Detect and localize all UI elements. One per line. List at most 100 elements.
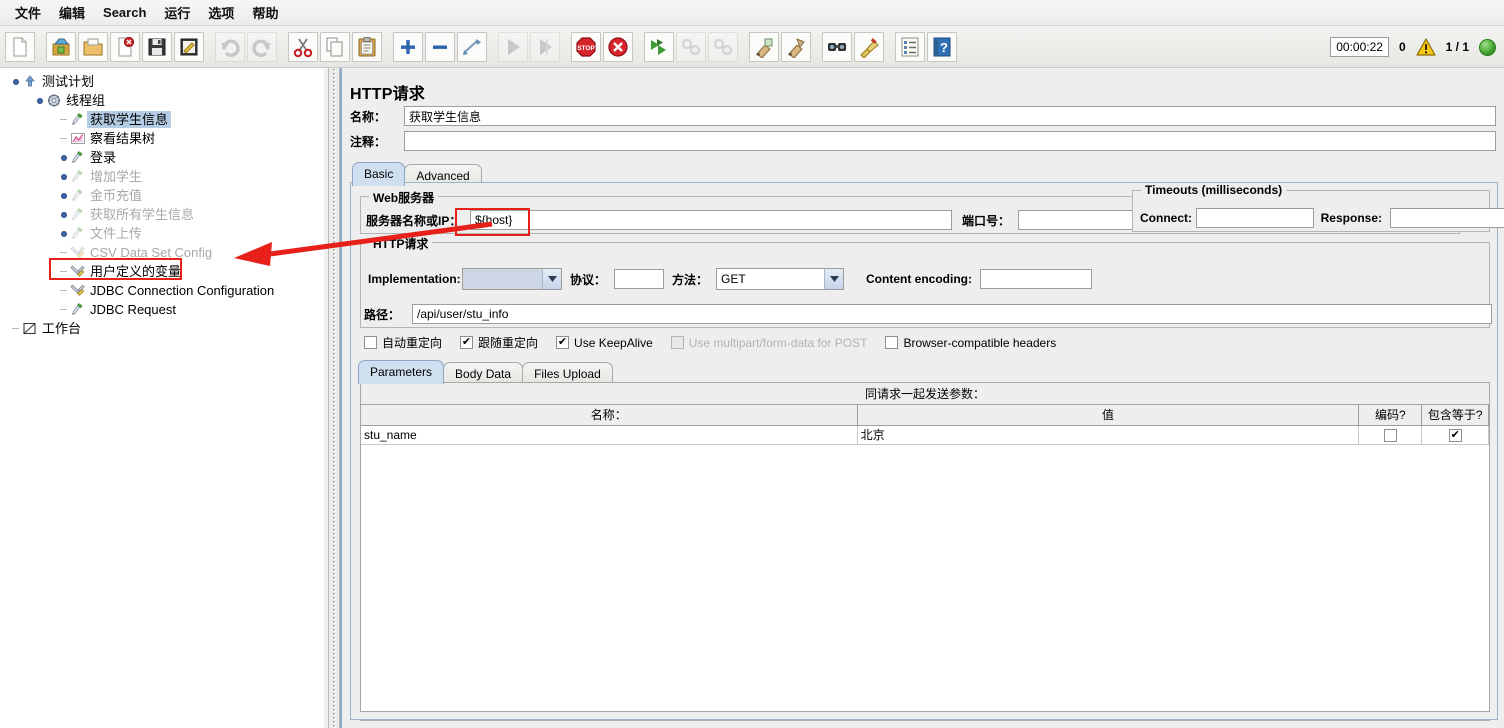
column-header-3[interactable]: 包含等于? (1422, 405, 1489, 425)
tree-node-label: JDBC Request (87, 301, 179, 318)
request-options-row: 自动重定向✔跟随重定向✔Use KeepAliveUse multipart/f… (364, 334, 1056, 351)
reset-search-icon[interactable] (854, 32, 884, 62)
save-icon[interactable] (142, 32, 172, 62)
option-label: 自动重定向 (382, 334, 442, 351)
expand-handle-icon[interactable] (58, 228, 69, 239)
tree-node-4[interactable]: 登录 (0, 148, 324, 167)
menu-item-0[interactable]: 文件 (6, 0, 50, 25)
clear-icon[interactable] (749, 32, 779, 62)
name-input[interactable]: 获取学生信息 (404, 106, 1496, 126)
undo-icon (215, 32, 245, 62)
copy-icon[interactable] (320, 32, 350, 62)
menu-item-2[interactable]: Search (94, 2, 155, 23)
function-helper-icon[interactable] (895, 32, 925, 62)
tree-node-13[interactable]: 工作台 (0, 319, 324, 338)
column-header-1[interactable]: 值 (857, 405, 1359, 425)
panel-splitter[interactable] (328, 68, 340, 728)
stop-icon[interactable]: STOP (571, 32, 601, 62)
protocol-input[interactable] (614, 269, 664, 289)
tree-node-8[interactable]: 文件上传 (0, 224, 324, 243)
port-input[interactable] (1018, 210, 1136, 230)
option-4[interactable]: Browser-compatible headers (885, 336, 1056, 350)
expand-handle-icon[interactable] (58, 171, 69, 182)
column-header-2[interactable]: 编码? (1359, 405, 1422, 425)
table-filler-cell (857, 444, 1359, 674)
parameters-button-bar: Detail添加Add from Clipboard删除UpDown (360, 720, 1490, 728)
search-icon[interactable] (822, 32, 852, 62)
content-encoding-input[interactable] (980, 269, 1092, 289)
clear-all-icon[interactable] (781, 32, 811, 62)
expand-all-icon[interactable] (393, 32, 423, 62)
checkbox[interactable]: ✔ (1449, 429, 1462, 442)
parameters-panel: 同请求一起发送参数： 名称：值编码?包含等于? stu_name北京✔ (360, 382, 1490, 712)
option-1[interactable]: ✔跟随重定向 (460, 334, 538, 351)
name-row: 名称： 获取学生信息 (350, 106, 1498, 126)
save-as-icon[interactable] (174, 32, 204, 62)
tree-node-3[interactable]: 察看结果树 (0, 129, 324, 148)
checkbox[interactable] (885, 336, 898, 349)
paste-icon[interactable] (352, 32, 382, 62)
tab-basic[interactable]: Basic (352, 162, 405, 186)
tree-node-6[interactable]: 金币充值 (0, 186, 324, 205)
tree-node-9[interactable]: CSV Data Set Config (0, 243, 324, 262)
expand-handle-icon[interactable] (58, 209, 69, 220)
warning-icon[interactable] (1416, 38, 1436, 56)
option-0[interactable]: 自动重定向 (364, 334, 442, 351)
tree-node-12[interactable]: JDBC Request (0, 300, 324, 319)
param-include-equals-cell[interactable]: ✔ (1422, 425, 1489, 444)
collapse-all-icon[interactable] (425, 32, 455, 62)
response-timeout-input[interactable] (1390, 208, 1504, 228)
tree-node-5[interactable]: 增加学生 (0, 167, 324, 186)
tree-node-11[interactable]: JDBC Connection Configuration (0, 281, 324, 300)
param-name-cell[interactable]: stu_name (361, 425, 857, 444)
menu-item-1[interactable]: 编辑 (50, 0, 94, 25)
tree-node-label: 增加学生 (87, 168, 145, 185)
param-encode-cell[interactable] (1359, 425, 1422, 444)
expand-handle-icon[interactable] (58, 190, 69, 201)
expand-handle-icon[interactable] (58, 152, 69, 163)
tree-node-label: 工作台 (39, 320, 84, 337)
checkbox[interactable] (1384, 429, 1397, 442)
test-plan-icon (21, 74, 39, 90)
menu-item-5[interactable]: 帮助 (243, 0, 287, 25)
toggle-icon[interactable] (457, 32, 487, 62)
menu-item-3[interactable]: 运行 (155, 0, 199, 25)
param-value-cell[interactable]: 北京 (857, 425, 1359, 444)
checkbox[interactable]: ✔ (460, 336, 473, 349)
path-input[interactable]: /api/user/stu_info (412, 304, 1492, 324)
method-select[interactable]: GET (716, 268, 844, 290)
test-plan-tree[interactable]: 测试计划线程组获取学生信息察看结果树登录增加学生金币充值获取所有学生信息文件上传… (0, 68, 328, 728)
checkbox[interactable]: ✔ (556, 336, 569, 349)
open-icon[interactable] (78, 32, 108, 62)
implementation-select[interactable] (462, 268, 562, 290)
help-icon[interactable]: ? (927, 32, 957, 62)
close-icon[interactable] (110, 32, 140, 62)
tree-node-0[interactable]: 测试计划 (0, 72, 324, 91)
expand-handle-icon[interactable] (10, 76, 21, 87)
parameters-table[interactable]: 名称：值编码?包含等于? stu_name北京 ✔ (361, 405, 1489, 674)
checkbox[interactable] (364, 336, 377, 349)
tree-node-label: JDBC Connection Configuration (87, 282, 277, 299)
active-threads-count: 1 / 1 (1446, 40, 1469, 54)
tree-node-10[interactable]: 用户定义的变量 (0, 262, 324, 281)
tree-node-label: 获取所有学生信息 (87, 206, 197, 223)
table-header-row: 名称：值编码?包含等于? (361, 405, 1489, 425)
comment-input[interactable] (404, 131, 1496, 151)
remote-start-all-icon[interactable] (644, 32, 674, 62)
table-row[interactable]: stu_name北京 ✔ (361, 425, 1489, 444)
new-icon[interactable] (5, 32, 35, 62)
tab-parameters[interactable]: Parameters (358, 360, 444, 384)
shutdown-icon[interactable] (603, 32, 633, 62)
connect-timeout-input[interactable] (1196, 208, 1314, 228)
tree-node-7[interactable]: 获取所有学生信息 (0, 205, 324, 224)
cut-icon[interactable] (288, 32, 318, 62)
menu-item-4[interactable]: 选项 (199, 0, 243, 25)
server-name-input[interactable]: ${host} (470, 210, 952, 230)
templates-icon[interactable] (46, 32, 76, 62)
expand-handle-icon[interactable] (34, 95, 45, 106)
option-2[interactable]: ✔Use KeepAlive (556, 336, 653, 350)
tree-node-1[interactable]: 线程组 (0, 91, 324, 110)
column-header-0[interactable]: 名称： (361, 405, 857, 425)
tree-node-2[interactable]: 获取学生信息 (0, 110, 324, 129)
port-label: 端口号： (952, 212, 1018, 229)
